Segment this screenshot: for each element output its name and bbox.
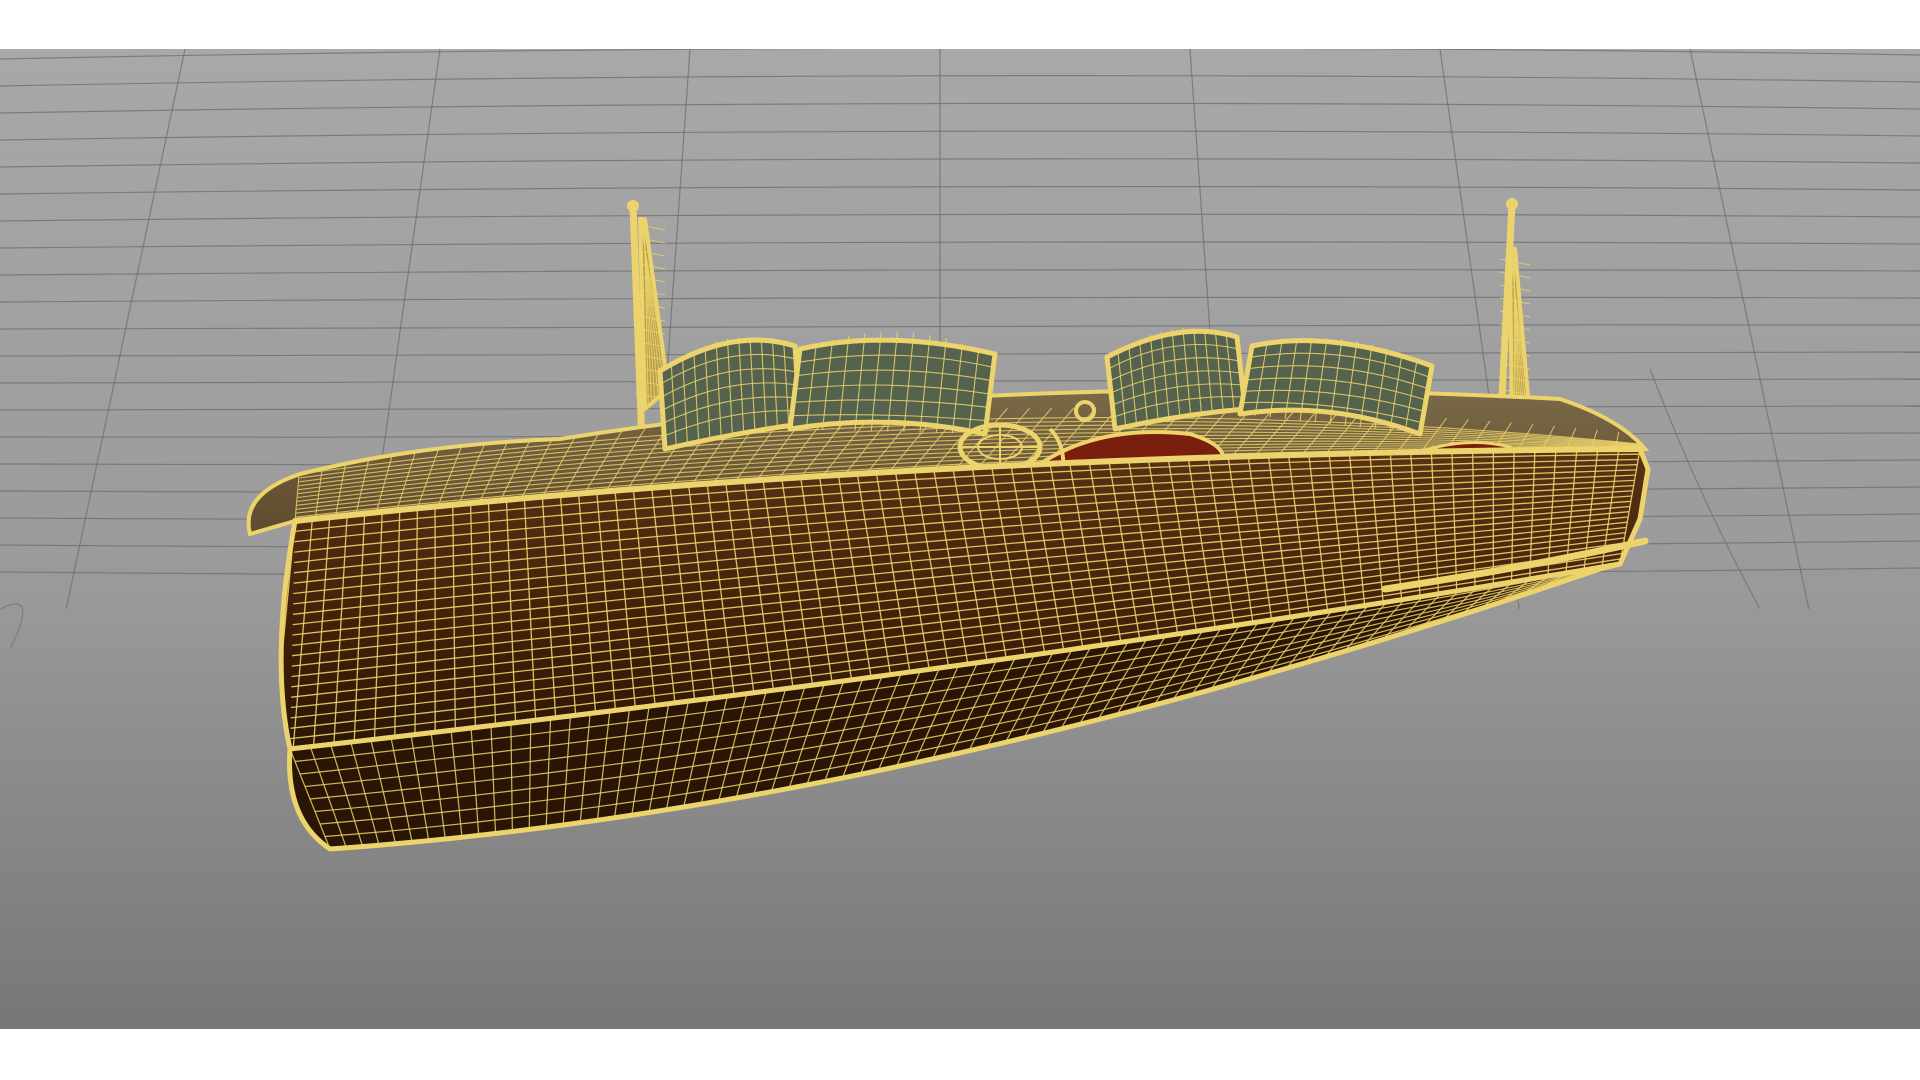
viewport-canvas[interactable] [0, 49, 1920, 1029]
3d-viewport[interactable] [0, 49, 1920, 1029]
screen [0, 0, 1920, 1080]
